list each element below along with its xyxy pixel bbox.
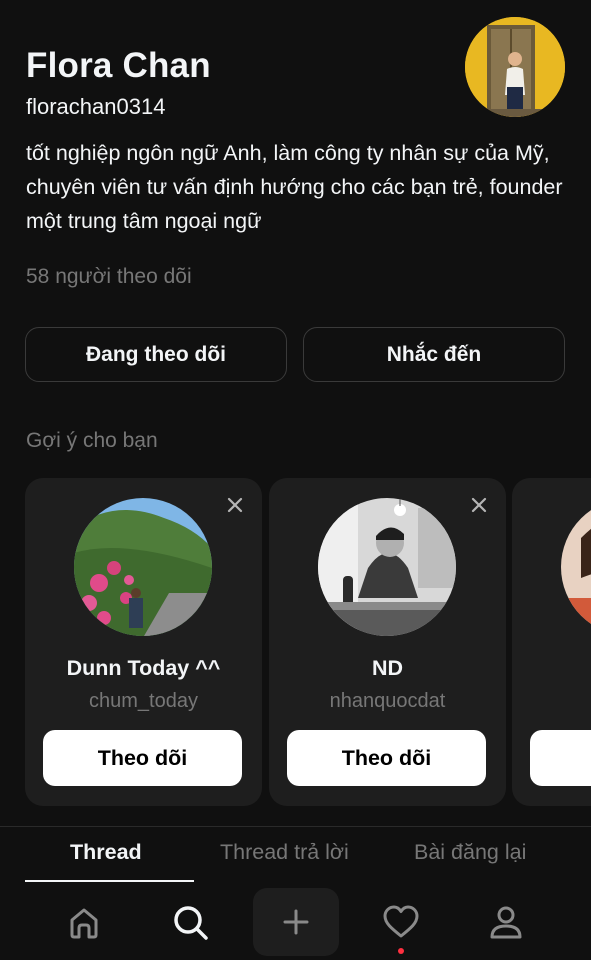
- profile-name: Flora Chan: [26, 46, 211, 85]
- suggestion-name: ND: [371, 656, 404, 680]
- home-icon[interactable]: [54, 884, 114, 960]
- mention-button[interactable]: Nhắc đến: [303, 327, 565, 382]
- following-button[interactable]: Đang theo dõi: [25, 327, 287, 382]
- profile-icon[interactable]: [476, 884, 536, 960]
- tab-replies[interactable]: Thread trả lời: [220, 840, 349, 865]
- notification-dot: [398, 948, 404, 954]
- suggestion-handle: dung: [512, 690, 591, 713]
- follow-button[interactable]: Theo dõi: [287, 730, 486, 786]
- suggestion-handle: chum_today: [89, 690, 198, 712]
- create-button[interactable]: [253, 888, 339, 956]
- search-icon[interactable]: [160, 884, 220, 960]
- profile-avatar[interactable]: [465, 17, 565, 117]
- follow-button[interactable]: T: [530, 730, 591, 786]
- suggestion-card[interactable]: Du dung T: [512, 478, 591, 806]
- close-icon[interactable]: [466, 492, 492, 518]
- suggestion-name: Dunn Today ^^: [66, 656, 221, 680]
- profile-bio: tốt nghiệp ngôn ngữ Anh, làm công ty nhâ…: [26, 141, 563, 233]
- tab-threads[interactable]: Thread: [70, 840, 142, 865]
- follow-button[interactable]: Theo dõi: [43, 730, 242, 786]
- profile-page: Flora Chan florachan0314 tốt nghiệp ngôn…: [0, 0, 591, 960]
- tab-reposts[interactable]: Bài đăng lại: [414, 840, 526, 865]
- tabs-divider: [0, 826, 591, 827]
- suggestion-card[interactable]: ND nhanquocdat Theo dõi: [269, 478, 506, 806]
- suggestion-card[interactable]: Dunn Today ^^ chum_today Theo dõi: [25, 478, 262, 806]
- active-tab-indicator: [25, 880, 194, 882]
- suggestions-title: Gợi ý cho bạn: [26, 429, 158, 452]
- suggestion-handle: nhanquocdat: [329, 690, 446, 712]
- suggestion-carousel[interactable]: Dunn Today ^^ chum_today Theo dõi ND nha…: [0, 478, 591, 806]
- followers-count[interactable]: 58 người theo dõi: [26, 265, 192, 289]
- avatar[interactable]: [74, 498, 212, 636]
- avatar[interactable]: [318, 498, 456, 636]
- bottom-navbar: [0, 884, 591, 960]
- plus-icon: [283, 909, 309, 935]
- avatar[interactable]: [561, 498, 591, 636]
- profile-handle: florachan0314: [26, 94, 166, 119]
- suggestion-name: Du: [512, 656, 591, 681]
- close-icon[interactable]: [222, 492, 248, 518]
